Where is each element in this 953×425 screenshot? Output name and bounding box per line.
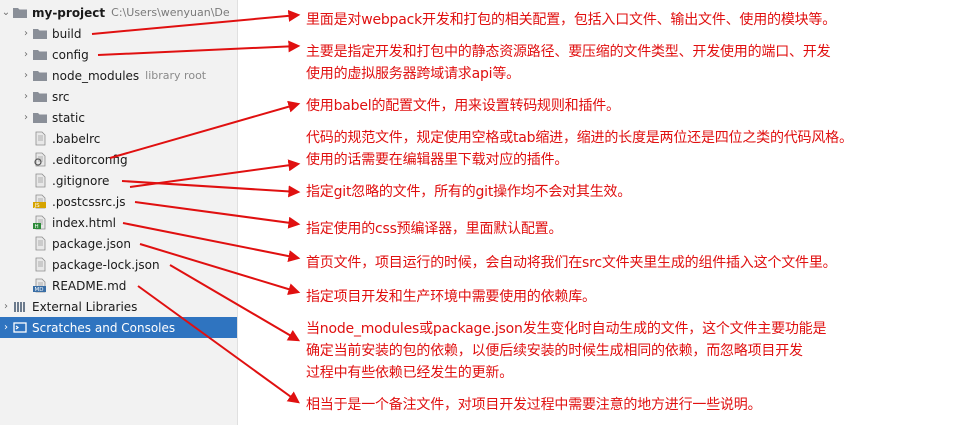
annotation-line: 里面是对webpack开发和打包的相关配置，包括入口文件、输出文件、使用的模块等… <box>306 12 837 28</box>
tree-item-label: index.html <box>52 215 116 230</box>
annotation-line: 使用babel的配置文件，用来设置转码规则和插件。 <box>306 98 620 114</box>
tree-item-label: .postcssrc.js <box>52 194 126 209</box>
tree-item-label: README.md <box>52 278 127 293</box>
annotation-note: 相当于是一个备注文件，对项目开发过程中需要注意的地方进行一些说明。 <box>306 394 762 416</box>
annotation-line: 代码的规范文件，规定使用空格或tab缩进，缩进的长度是两位还是四位之类的代码风格… <box>306 130 853 146</box>
tree-item[interactable]: › build <box>0 23 257 44</box>
project-name: my-project <box>32 5 106 20</box>
tree-item[interactable]: package.json <box>0 233 257 254</box>
annotation-note: 指定使用的css预编译器，里面默认配置。 <box>306 218 562 240</box>
scratches-label: Scratches and Consoles <box>32 320 176 335</box>
chevron-down-icon[interactable]: ⌄ <box>0 7 12 18</box>
config-file-icon <box>32 131 48 146</box>
chevron-right-icon[interactable]: › <box>20 49 32 60</box>
project-tree-panel: ⌄ my-project C:\Users\wenyuan\De › build ›… <box>0 0 237 425</box>
annotation-line: 使用的话需要在编辑器里下载对应的插件。 <box>306 152 569 168</box>
annotation-line: 指定项目开发和生产环境中需要使用的依赖库。 <box>306 289 596 305</box>
tree-item-label: build <box>52 26 82 41</box>
project-root-row[interactable]: ⌄ my-project C:\Users\wenyuan\De <box>0 2 237 23</box>
annotation-note: 首页文件，项目运行的时候，会自动将我们在src文件夹里生成的组件插入这个文件里。 <box>306 252 837 274</box>
tree-item[interactable]: package-lock.json <box>0 254 257 275</box>
annotation-note: 当node_modules或package.json发生变化时自动生成的文件，这… <box>306 318 826 384</box>
chevron-right-icon[interactable]: › <box>20 91 32 102</box>
chevron-right-icon[interactable]: › <box>20 28 32 39</box>
svg-text:H: H <box>35 224 39 230</box>
folder-icon <box>32 111 48 125</box>
project-path: C:\Users\wenyuan\De <box>111 6 230 19</box>
external-libraries-row[interactable]: › External Libraries <box>0 296 237 317</box>
folder-icon <box>32 69 48 83</box>
folder-icon <box>32 27 48 41</box>
annotation-line: 指定git忽略的文件，所有的git操作均不会对其生效。 <box>306 184 632 200</box>
tree-item-label: .gitignore <box>52 173 110 188</box>
chevron-right-icon[interactable]: › <box>0 322 12 333</box>
tree-item[interactable]: .editorconfig <box>0 149 257 170</box>
tree-item-label: package.json <box>52 236 132 251</box>
chevron-right-icon[interactable]: › <box>20 112 32 123</box>
tree-item[interactable]: › config <box>0 44 257 65</box>
scratches-icon <box>12 321 28 335</box>
tree-item-label: node_modules <box>52 68 140 83</box>
tree-item[interactable]: .gitignore <box>0 170 257 191</box>
tree-item[interactable]: › src <box>0 86 257 107</box>
external-libraries-label: External Libraries <box>32 299 138 314</box>
annotation-note: 指定git忽略的文件，所有的git操作均不会对其生效。 <box>306 181 631 203</box>
scratches-row[interactable]: › Scratches and Consoles <box>0 317 237 338</box>
annotation-line: 相当于是一个备注文件，对项目开发过程中需要注意的地方进行一些说明。 <box>306 397 762 413</box>
tree-item[interactable]: › node_modules library root <box>0 65 257 86</box>
svg-text:JS: JS <box>34 203 41 209</box>
annotation-line: 指定使用的css预编译器，里面默认配置。 <box>306 221 563 237</box>
md-file-icon: MD <box>32 278 48 293</box>
annotation-line: 使用的虚拟服务器跨域请求api等。 <box>306 66 520 82</box>
json-file-icon <box>32 257 48 272</box>
tree-item-label: .babelrc <box>52 131 101 146</box>
tree-item-label: static <box>52 110 85 125</box>
tree-item[interactable]: .babelrc <box>0 128 257 149</box>
tree-item[interactable]: JS .postcssrc.js <box>0 191 257 212</box>
annotation-note: 主要是指定开发和打包中的静态资源路径、要压缩的文件类型、开发使用的端口、开发 使用… <box>306 41 831 85</box>
annotation-line: 确定当前安装的包的依赖，以便后续安装的时候生成相同的依赖，而忽略项目开发 <box>306 343 803 359</box>
json-file-icon <box>32 236 48 251</box>
tree-item[interactable]: › static <box>0 107 257 128</box>
text-file-icon <box>32 173 48 188</box>
chevron-right-icon[interactable]: › <box>0 301 12 312</box>
tree-item[interactable]: MD README.md <box>0 275 257 296</box>
folder-icon <box>12 6 28 20</box>
annotation-line: 过程中有些依赖已经发生的更新。 <box>306 365 513 381</box>
tree-item-label: package-lock.json <box>52 257 160 272</box>
gear-file-icon <box>32 152 48 167</box>
annotation-note: 代码的规范文件，规定使用空格或tab缩进，缩进的长度是两位还是四位之类的代码风格… <box>306 127 853 171</box>
tree-item[interactable]: Hindex.html <box>0 212 257 233</box>
folder-icon <box>32 48 48 62</box>
tree-item-label: .editorconfig <box>52 152 128 167</box>
annotation-line: 首页文件，项目运行的时候，会自动将我们在src文件夹里生成的组件插入这个文件里。 <box>306 255 837 271</box>
html-file-icon: H <box>32 215 48 230</box>
tree-item-label: config <box>52 47 89 62</box>
library-root-hint: library root <box>145 69 207 82</box>
folder-icon <box>32 90 48 104</box>
annotation-note: 使用babel的配置文件，用来设置转码规则和插件。 <box>306 95 620 117</box>
annotation-line: 当node_modules或package.json发生变化时自动生成的文件，这… <box>306 321 827 337</box>
annotation-note: 指定项目开发和生产环境中需要使用的依赖库。 <box>306 286 596 308</box>
tree-item-label: src <box>52 89 70 104</box>
library-icon <box>12 300 28 314</box>
annotation-note: 里面是对webpack开发和打包的相关配置，包括入口文件、输出文件、使用的模块等… <box>306 9 836 31</box>
js-file-icon: JS <box>32 194 48 209</box>
annotation-line: 主要是指定开发和打包中的静态资源路径、要压缩的文件类型、开发使用的端口、开发 <box>306 44 831 60</box>
svg-text:MD: MD <box>35 287 44 293</box>
chevron-right-icon[interactable]: › <box>20 70 32 81</box>
